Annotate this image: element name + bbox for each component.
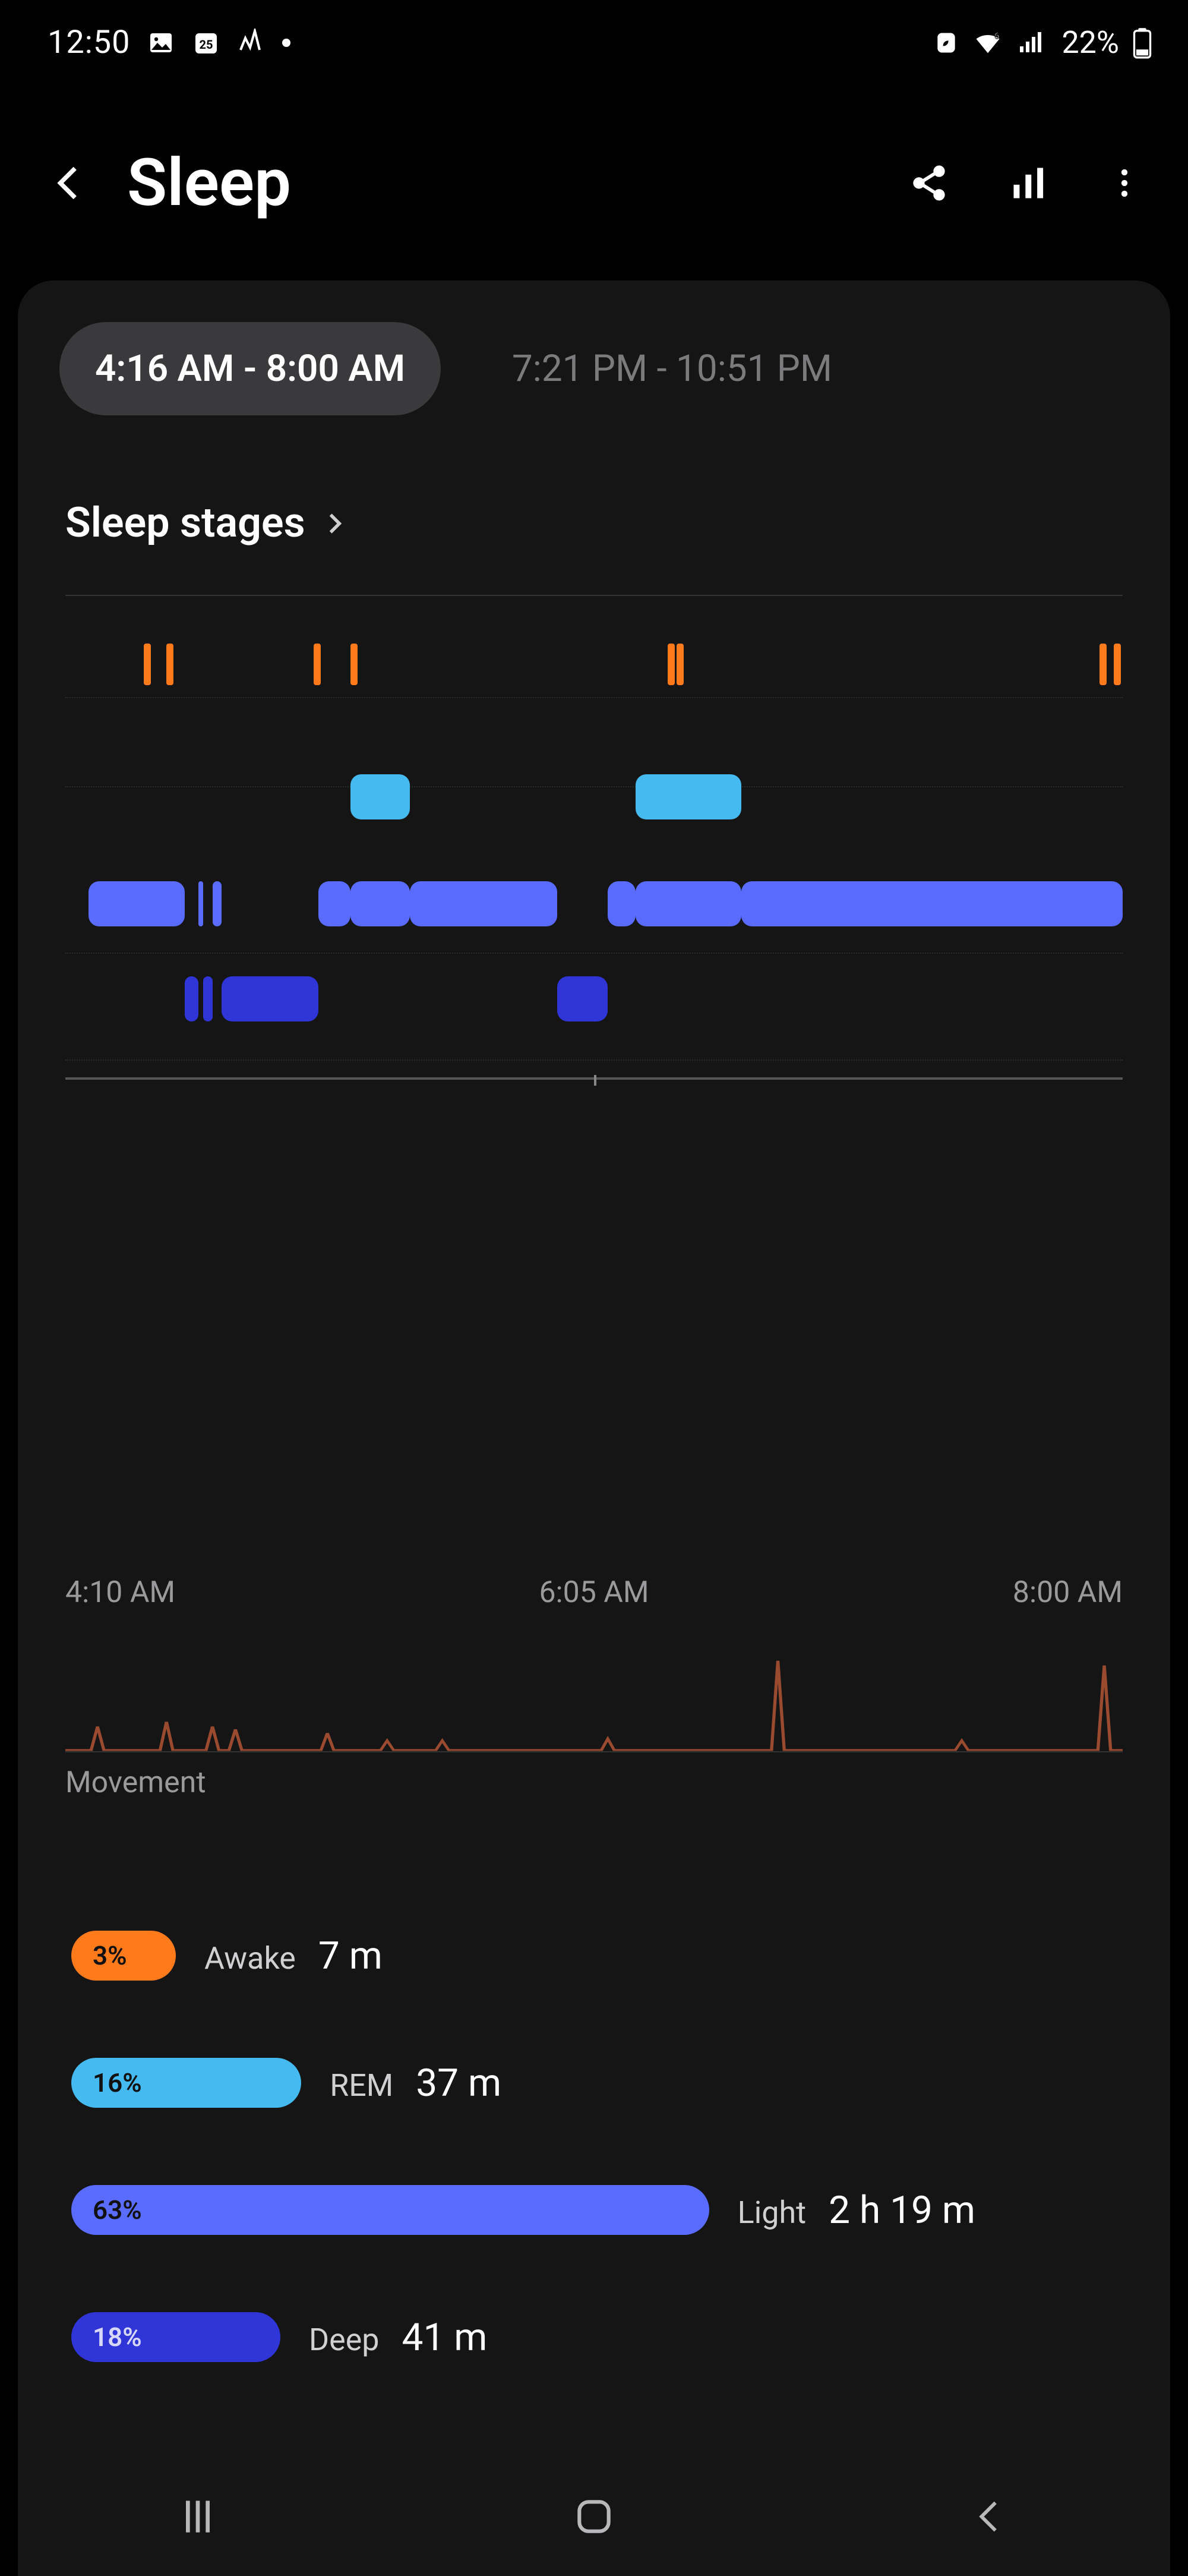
- wifi-icon: 6: [972, 27, 1003, 58]
- stage-segment-light: [608, 881, 635, 926]
- breakdown-bar-light: 63%: [71, 2185, 709, 2235]
- stage-segment-light: [213, 881, 222, 926]
- session-tabs: 4:16 AM - 8:00 AM 7:21 PM - 10:51 PM: [18, 316, 1170, 463]
- status-bar: 12:50 25 6 22%: [0, 0, 1188, 73]
- breakdown-pct: 3%: [93, 1940, 127, 1971]
- breakdown-label: Deep: [309, 2322, 379, 2358]
- chevron-right-icon: [322, 499, 348, 547]
- battery-icon: [1132, 27, 1152, 59]
- stage-segment-light: [741, 881, 1123, 926]
- share-button[interactable]: [909, 163, 949, 203]
- awake-tick: [1099, 644, 1107, 685]
- stats-button[interactable]: [1009, 163, 1049, 203]
- stage-segment-light: [410, 881, 557, 926]
- awake-tick: [1114, 644, 1121, 685]
- stage-breakdown: 3% Awake 7 m 16% REM 37 m 63% Light 2 h 19 m 18% D…: [18, 1800, 1170, 2362]
- back-button[interactable]: [48, 161, 91, 205]
- breakdown-label: REM: [330, 2067, 393, 2104]
- breakdown-pct: 18%: [93, 2322, 142, 2353]
- breakdown-row-awake: 3% Awake 7 m: [71, 1931, 1117, 1981]
- svg-text:25: 25: [200, 37, 213, 52]
- calendar-25-icon: 25: [192, 29, 220, 57]
- leaf-icon: [933, 30, 959, 56]
- sleep-stages-title: Sleep stages: [65, 499, 305, 547]
- recents-button[interactable]: [162, 2481, 233, 2552]
- status-left: 12:50 25: [48, 24, 290, 61]
- app-header: Sleep: [0, 73, 1188, 257]
- image-icon: [147, 29, 175, 57]
- awake-tick: [166, 644, 173, 685]
- stage-segment-deep: [203, 976, 212, 1021]
- stage-segment-deep: [185, 976, 198, 1021]
- sleep-stages-chart: [65, 595, 1123, 1070]
- stage-segment-deep: [222, 976, 318, 1021]
- stage-segment-light: [89, 881, 185, 926]
- stage-segment-light: [198, 881, 203, 926]
- stage-segment-rem: [636, 774, 741, 819]
- axis-end: 8:00 AM: [1013, 1575, 1123, 1610]
- nav-back-button[interactable]: [955, 2481, 1026, 2552]
- awake-tick: [677, 644, 684, 685]
- stage-segment-rem: [350, 774, 410, 819]
- awake-tick: [314, 644, 321, 685]
- breakdown-label: Light: [738, 2195, 807, 2231]
- breakdown-bar-awake: 3%: [71, 1931, 176, 1981]
- session-tab-inactive[interactable]: 7:21 PM - 10:51 PM: [476, 322, 868, 415]
- breakdown-value: 37 m: [416, 2061, 501, 2105]
- stage-segment-light: [350, 881, 410, 926]
- dot-icon: [282, 39, 290, 47]
- breakdown-row-light: 63% Light 2 h 19 m: [71, 2185, 1117, 2235]
- awake-tick: [668, 644, 675, 685]
- breakdown-pct: 16%: [93, 2067, 142, 2098]
- breakdown-bar-deep: 18%: [71, 2312, 280, 2362]
- movement-label: Movement: [18, 1752, 1170, 1800]
- session-tab-active[interactable]: 4:16 AM - 8:00 AM: [59, 322, 441, 415]
- battery-percent: 22%: [1061, 24, 1119, 61]
- awake-tick: [350, 644, 358, 685]
- breakdown-pct: 63%: [93, 2195, 142, 2225]
- home-button[interactable]: [558, 2481, 630, 2552]
- stage-segment-deep: [557, 976, 608, 1021]
- breakdown-value: 41 m: [402, 2315, 487, 2360]
- movement-chart: [65, 1651, 1123, 1752]
- signal-icon: [1016, 29, 1045, 57]
- svg-text:6: 6: [994, 30, 1000, 41]
- breakdown-bar-rem: 16%: [71, 2058, 301, 2108]
- axis-start: 4:10 AM: [65, 1575, 175, 1610]
- sleep-card: 4:16 AM - 8:00 AM 7:21 PM - 10:51 PM Sle…: [18, 280, 1170, 2576]
- breakdown-row-deep: 18% Deep 41 m: [71, 2312, 1117, 2362]
- breakdown-row-rem: 16% REM 37 m: [71, 2058, 1117, 2108]
- status-time: 12:50: [48, 24, 130, 61]
- sleep-stages-heading[interactable]: Sleep stages: [18, 463, 1170, 571]
- breakdown-value: 2 h 19 m: [829, 2188, 975, 2233]
- axis-mid: 6:05 AM: [539, 1575, 649, 1610]
- status-right: 6 22%: [933, 24, 1152, 61]
- chart-x-axis: 4:10 AM 6:05 AM 8:00 AM: [65, 1070, 1123, 1610]
- system-nav-bar: [0, 2457, 1188, 2576]
- breakdown-value: 7 m: [318, 1934, 383, 1978]
- stage-segment-light: [636, 881, 741, 926]
- breakdown-label: Awake: [204, 1940, 296, 1976]
- activity-icon: [237, 29, 266, 57]
- stage-segment-light: [318, 881, 350, 926]
- awake-tick: [144, 644, 151, 685]
- more-button[interactable]: [1108, 163, 1140, 203]
- page-title: Sleep: [127, 144, 291, 221]
